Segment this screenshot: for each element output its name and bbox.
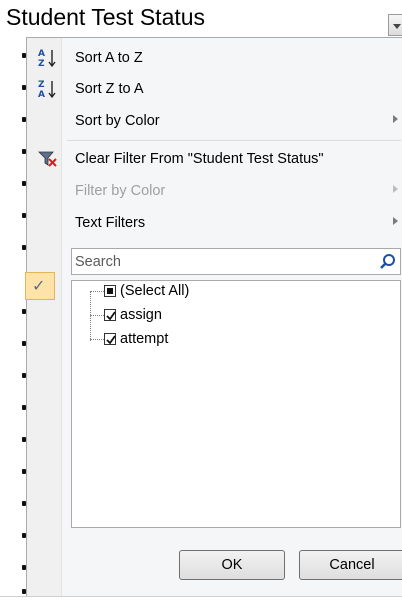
menu-item-label: Filter by Color [75, 183, 166, 199]
svg-text:Z: Z [38, 80, 45, 90]
tree-connector [90, 315, 104, 316]
submenu-arrow-icon [393, 217, 398, 225]
menu-item-label: Sort A to Z [75, 50, 143, 66]
ok-button[interactable]: OK [179, 550, 285, 580]
column-header: Student Test Status [0, 0, 402, 37]
clear-filter-icon [37, 148, 59, 170]
menu-item-label: Sort Z to A [75, 81, 144, 97]
submenu-arrow-icon [393, 185, 398, 193]
chevron-down-icon [393, 24, 401, 29]
checkbox[interactable] [104, 309, 116, 321]
checkmark-icon: ✓ [32, 276, 46, 295]
menu-item-text-filters[interactable]: Text Filters [27, 209, 402, 239]
list-item-label: attempt [120, 331, 169, 347]
menu-item-filter-by-color[interactable]: Filter by Color [27, 177, 402, 207]
menu-item-label: Clear Filter From "Student Test Status" [75, 151, 324, 167]
active-filter-indicator: ✓ [25, 272, 55, 300]
menu-item-clear-filter[interactable]: Clear Filter From "Student Test Status" [27, 145, 402, 175]
svg-text:Z: Z [38, 59, 45, 69]
search-input[interactable] [75, 252, 365, 271]
menu-item-sort-z-to-a[interactable]: Z A Sort Z to A [27, 75, 402, 105]
autofilter-menu: A Z Sort A to Z Z A Sort Z to A Sort by … [25, 37, 402, 599]
menu-separator [67, 140, 401, 141]
menu-item-sort-a-to-z[interactable]: A Z Sort A to Z [27, 44, 402, 74]
checkbox[interactable] [104, 333, 116, 345]
indeterminate-checkbox[interactable] [104, 285, 116, 297]
tree-connector [90, 339, 104, 340]
list-item-label: assign [120, 307, 162, 323]
filter-values-list: (Select All) assign attempt [71, 280, 401, 528]
list-item-label: (Select All) [120, 283, 190, 299]
menu-item-sort-by-color[interactable]: Sort by Color [27, 107, 402, 137]
menu-item-label: Text Filters [75, 215, 146, 231]
svg-text:A: A [38, 90, 45, 100]
cancel-button[interactable]: Cancel [299, 550, 402, 580]
filter-dropdown-button[interactable] [388, 14, 402, 36]
svg-text:A: A [38, 49, 45, 59]
tree-connector [90, 291, 104, 292]
tree-connector [90, 291, 91, 341]
menu-item-label: Sort by Color [75, 113, 160, 129]
column-header-title: Student Test Status [6, 4, 206, 30]
sort-z-to-a-icon: Z A [37, 78, 59, 100]
search-icon[interactable] [378, 252, 398, 272]
submenu-arrow-icon [393, 115, 398, 123]
sort-a-to-z-icon: A Z [37, 47, 59, 69]
status-edge [0, 596, 402, 600]
worksheet-column [0, 37, 26, 599]
search-box[interactable] [71, 248, 401, 275]
